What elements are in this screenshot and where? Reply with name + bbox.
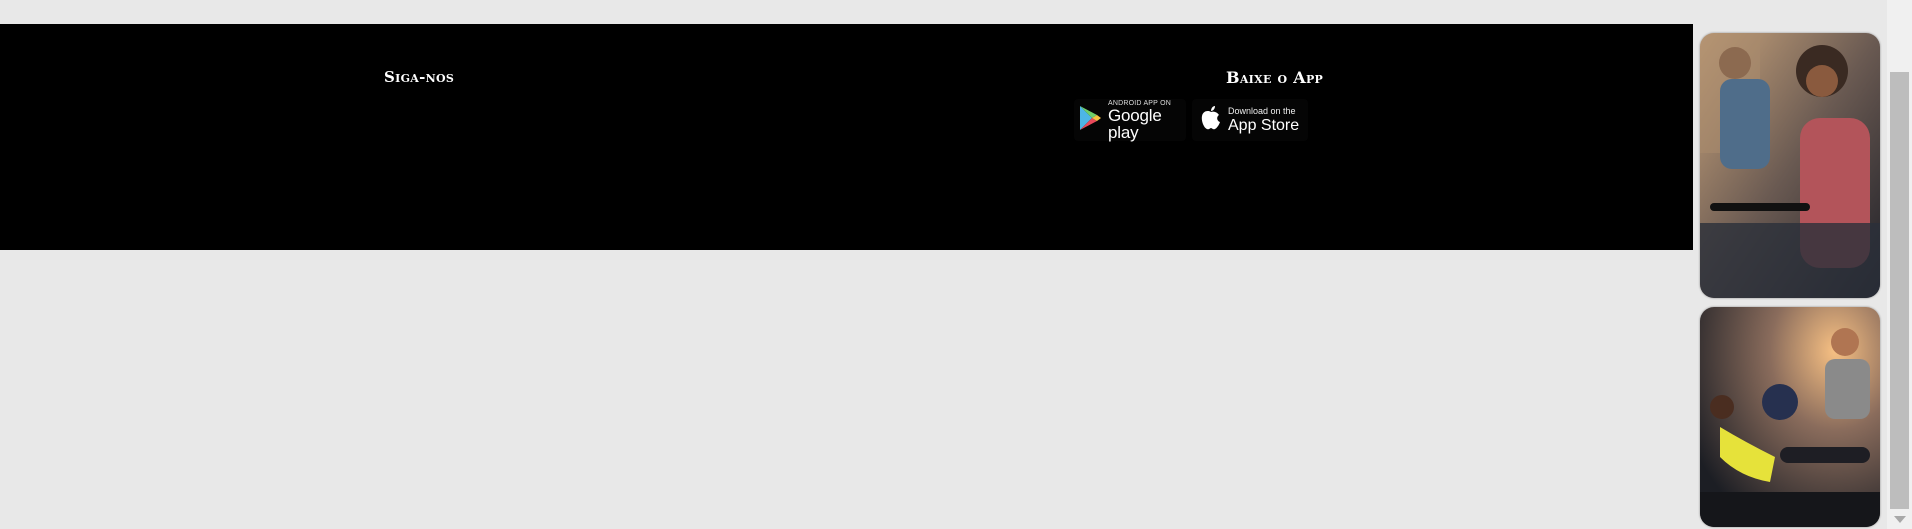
scroll-down-arrow-icon[interactable] xyxy=(1894,516,1906,523)
gym-cycling-ad-image[interactable] xyxy=(1700,33,1880,298)
gym-training-ad-image[interactable] xyxy=(1700,307,1880,527)
google-play-badge[interactable]: ANDROID APP ON Google play xyxy=(1074,99,1186,141)
follow-us-title: Siga-nos xyxy=(384,68,455,86)
app-store-badge[interactable]: Download on the App Store xyxy=(1192,99,1308,141)
site-footer: Siga-nos Baixe o App ANDROID APP ON Goog… xyxy=(0,24,1693,250)
app-store-small-label: Download on the xyxy=(1228,105,1296,116)
google-play-icon xyxy=(1078,105,1102,136)
google-play-label: Google play xyxy=(1108,105,1162,142)
scrollbar-thumb[interactable] xyxy=(1890,72,1909,509)
app-store-label: App Store xyxy=(1228,116,1300,134)
apple-icon xyxy=(1200,105,1222,136)
download-app-title: Baixe o App xyxy=(1226,68,1324,87)
